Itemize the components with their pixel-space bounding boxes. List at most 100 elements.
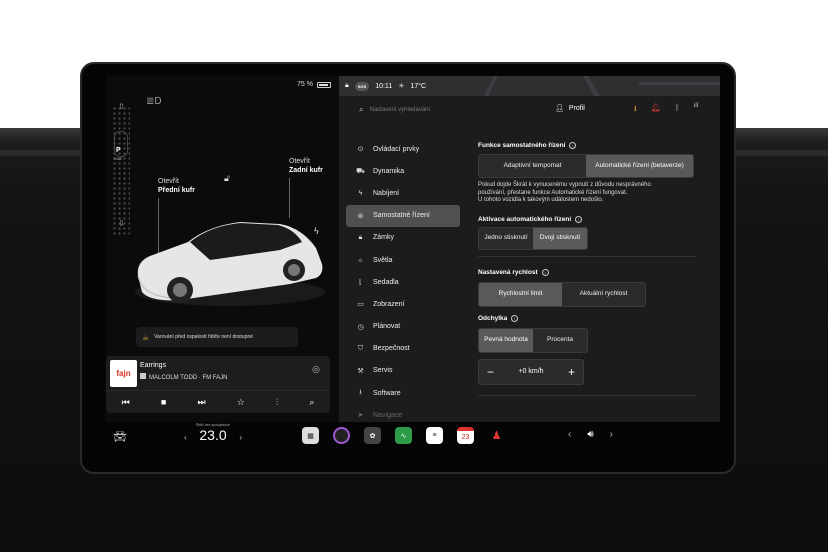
globe-icon[interactable]: ◎ — [312, 364, 320, 375]
car-icon[interactable]: 🚘︎ — [113, 430, 127, 443]
volume-down-icon[interactable]: ‹ — [568, 429, 571, 440]
cabin-temperature[interactable]: 23.0 — [184, 427, 242, 443]
nav-item-locks[interactable]: 🔒︎ Zámky — [346, 227, 460, 249]
settings-nav: ⊙ Ovládací prvky ⛟ Dynamika ϟ Nabíjení ⊛ Sam… — [346, 138, 460, 422]
nav-item-navigation[interactable]: ➤ Navigace — [346, 404, 460, 422]
nav-label: Navigace — [373, 411, 403, 419]
battery-status: 75 % — [297, 81, 331, 88]
unlock-icon[interactable]: 🔓︎ — [224, 173, 230, 184]
profile-button[interactable]: 👤︎ Profil — [555, 104, 585, 113]
lock-status-icon[interactable]: 🔒︎ — [345, 82, 349, 90]
wrench-icon: ⚒ — [357, 367, 364, 375]
volume-control: ‹ 🔊︎ › — [568, 429, 613, 440]
arrow-up-icon[interactable]: ⇧ — [118, 102, 125, 111]
nav-item-controls[interactable]: ⊙ Ovládací prvky — [346, 138, 460, 160]
artist-station: MALCOLM TODD · FM FAJN — [140, 373, 227, 381]
gear-selector-track[interactable] — [112, 106, 130, 236]
desc-line: U tohoto vozidla k takovým událostem ned… — [478, 197, 604, 203]
nav-item-schedule[interactable]: ◷ Plánovat — [346, 316, 460, 338]
song-title: Earrings — [140, 362, 167, 369]
section-title-text: Funkce samostatného řízení — [478, 142, 566, 149]
bluetooth-icon[interactable]: ᛒ — [675, 103, 680, 117]
current-speed-option[interactable]: Aktuální rychlost — [562, 283, 645, 306]
gear-sub-label: DAZ — [114, 156, 122, 161]
gear-indicator: P — [116, 147, 121, 154]
energy-app-icon[interactable]: ∿ — [395, 427, 412, 444]
desc-line: Pokud dojde Škrát k vynucenému vypnutí z… — [478, 182, 651, 188]
percent-option[interactable]: Procenta — [533, 329, 587, 352]
volume-up-icon[interactable]: › — [610, 429, 613, 440]
info-icon[interactable]: i — [569, 142, 577, 149]
drowsiness-warning-banner: ☕︎ Varování před ospalostí řidiče není d… — [136, 327, 298, 347]
autopilot-settings: Funkce samostatného řízení i Adaptivní t… — [478, 138, 700, 396]
self-driving-mode-selector: Adaptivní tempomat Automatické řízení (b… — [478, 154, 694, 178]
speaker-icon[interactable]: 🔊︎ — [587, 429, 593, 440]
rear-trunk-button[interactable]: Otevřít Zadní kufr — [289, 157, 323, 175]
map-road — [639, 82, 720, 85]
settings-search-input[interactable]: ⌕ Nastavení vyhledávání — [359, 105, 430, 115]
search-icon[interactable]: ⌕ — [309, 397, 314, 408]
nav-item-seats[interactable]: ⌊ Sedadla — [346, 271, 460, 293]
arrow-down-icon[interactable]: ⇩ — [118, 219, 125, 228]
front-trunk-button[interactable]: Otevřít Přední kufr — [158, 177, 195, 195]
temp-down-icon[interactable]: ‹ — [184, 433, 187, 442]
topbar-icons: ⭳ 🔔︎ ᛒ ıll — [634, 103, 698, 117]
info-icon[interactable]: i — [511, 314, 519, 322]
nav-label: Nabíjení — [373, 189, 400, 197]
double-press-option[interactable]: Dvojí stisknutí — [533, 227, 587, 249]
favorite-star-icon[interactable]: ☆ — [237, 397, 245, 408]
next-track-icon[interactable]: ⏭︎ — [197, 397, 205, 408]
stop-icon[interactable]: ■ — [161, 397, 166, 407]
nav-label: Zámky — [373, 234, 394, 242]
clock-icon: ◷ — [357, 323, 364, 331]
nav-item-display[interactable]: ▭ Zobrazení — [346, 293, 460, 315]
temp-up-icon[interactable]: › — [239, 433, 242, 442]
fixed-value-option[interactable]: Pevná hodnota — [479, 328, 533, 352]
nav-item-lights[interactable]: ☼ Světla — [346, 249, 460, 271]
sun-icon: ☼ — [357, 256, 364, 264]
calendar-app-icon[interactable]: 23 — [457, 427, 474, 444]
plus-button[interactable]: + — [568, 365, 575, 379]
lock-icon: 🔒︎ — [358, 233, 363, 241]
station-logo[interactable]: fajn — [110, 360, 137, 387]
nav-item-service[interactable]: ⚒ Servis — [346, 360, 460, 382]
notes-app-icon[interactable]: ≡ — [426, 427, 443, 444]
activation-selector: Jedno stisknutí Dvojí stisknutí — [478, 226, 588, 250]
autosteer-option[interactable]: Automatické řízení (betaverze) — [586, 155, 693, 177]
climate-control: Řidič bez spolujezdce ‹ 23.0 › — [184, 423, 242, 443]
bell-icon[interactable]: 🔔︎ — [651, 103, 661, 117]
nav-item-autopilot[interactable]: ⊛ Samostatné řízení — [346, 204, 460, 227]
section-title-text: Aktivace automatického řízení — [478, 215, 572, 223]
map-preview[interactable]: 🔒︎ SOS 10:11 ☀︎ 17°C — [339, 76, 720, 96]
toybox-app-icon[interactable]: ♟ — [488, 427, 505, 444]
artist-label: MALCOLM TODD · FM FAJN — [149, 375, 228, 381]
sos-badge[interactable]: SOS — [354, 81, 370, 91]
section-title-text: Nastavená rychlost — [478, 268, 538, 276]
coffee-cup-icon: ☕︎ — [142, 332, 150, 342]
info-icon[interactable]: i — [541, 268, 549, 276]
nav-item-charging[interactable]: ϟ Nabíjení — [346, 182, 460, 204]
info-icon[interactable]: i — [575, 215, 583, 223]
equalizer-icon[interactable]: ⫶ — [276, 397, 278, 408]
single-press-option[interactable]: Jedno stisknutí — [479, 228, 533, 249]
seat-icon: ⌊ — [359, 279, 362, 287]
minus-button[interactable]: − — [487, 365, 494, 379]
download-icon[interactable]: ⭳ — [634, 103, 637, 117]
app-grid-icon[interactable]: ▦ — [302, 427, 319, 444]
adaptive-cruise-option[interactable]: Adaptivní tempomat — [479, 155, 586, 177]
map-road — [484, 76, 498, 96]
previous-track-icon[interactable]: ⏮︎ — [122, 397, 130, 408]
nav-item-software[interactable]: ⭳ Software — [346, 382, 460, 404]
profile-label: Profil — [568, 104, 585, 112]
section-title: Aktivace automatického řízení i — [478, 215, 700, 223]
section-title-text: Odchylka — [478, 314, 508, 322]
app-launcher: ▦ ✿ ∿ ≡ 23 ♟ — [302, 427, 505, 444]
nav-item-safety[interactable]: ⛉ Bezpečnost — [346, 338, 460, 360]
camera-app-icon[interactable] — [333, 427, 350, 444]
rear-trunk-action: Otevřít — [289, 158, 311, 165]
headlight-icon[interactable]: ≣D — [146, 96, 162, 107]
arcade-app-icon[interactable]: ✿ — [364, 427, 381, 444]
front-trunk-label: Přední kufr — [158, 187, 195, 194]
speed-limit-option[interactable]: Rychlostní limit — [479, 282, 562, 306]
nav-item-dynamics[interactable]: ⛟ Dynamika — [346, 160, 460, 182]
